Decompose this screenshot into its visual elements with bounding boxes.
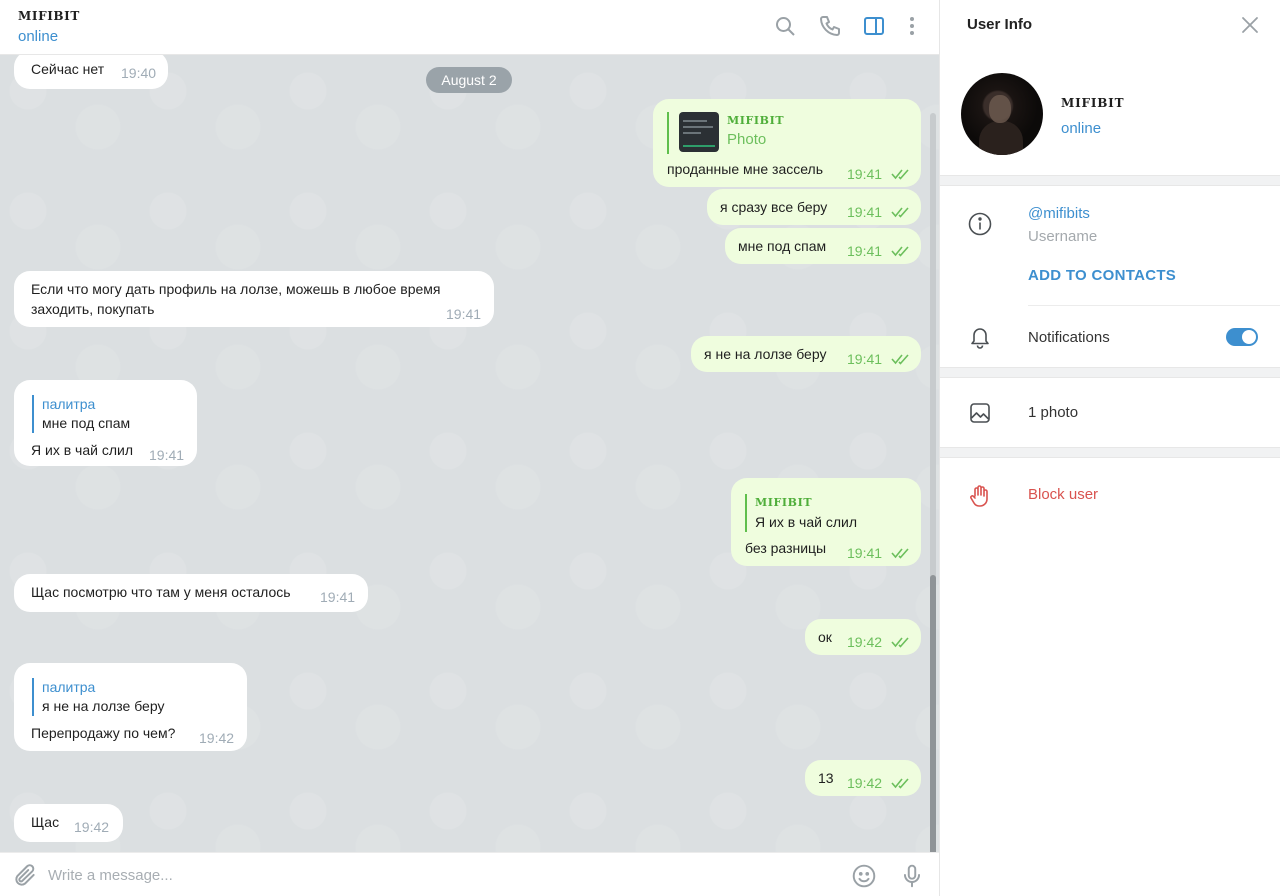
username-label: Username bbox=[1028, 228, 1098, 245]
message-time: 19:42 bbox=[847, 775, 883, 791]
more-menu-icon[interactable] bbox=[900, 14, 924, 38]
message-text: я не на лолзе беру bbox=[704, 346, 827, 362]
profile-status: online bbox=[1061, 120, 1102, 137]
message-scrollbar[interactable] bbox=[930, 113, 936, 852]
chat-header: MIFIBIT online bbox=[0, 0, 939, 55]
message-incoming[interactable]: палитра мне под спам Я их в чай слил 19:… bbox=[14, 380, 197, 466]
username-value[interactable]: @mifibits bbox=[1028, 205, 1090, 222]
message-text: Перепродажу по чем? bbox=[31, 725, 176, 741]
reply-text: мне под спам bbox=[42, 415, 131, 431]
attach-icon[interactable] bbox=[12, 863, 38, 889]
notifications-toggle[interactable] bbox=[1226, 328, 1258, 346]
sidebar-toggle-icon[interactable] bbox=[862, 14, 886, 38]
block-user-button[interactable]: Block user bbox=[1028, 486, 1098, 503]
reply-author: MIFIBIT bbox=[727, 114, 785, 127]
reply-author: палитра bbox=[42, 396, 96, 412]
read-checkmarks-icon bbox=[891, 777, 911, 789]
message-time: 19:41 bbox=[847, 243, 883, 259]
message-incoming[interactable]: Если что могу дать профиль на лолзе, мож… bbox=[14, 271, 494, 327]
bell-icon bbox=[967, 324, 993, 350]
section-divider bbox=[940, 447, 1280, 458]
read-checkmarks-icon bbox=[891, 636, 911, 648]
reply-text: я не на лолзе беру bbox=[42, 698, 165, 714]
close-icon[interactable] bbox=[1240, 15, 1260, 35]
panel-title: User Info bbox=[967, 16, 1033, 33]
message-outgoing[interactable]: 13 19:42 bbox=[805, 760, 921, 796]
message-time: 19:42 bbox=[199, 730, 235, 746]
message-incoming[interactable]: Сейчас нет 19:40 bbox=[14, 55, 168, 89]
message-input[interactable] bbox=[48, 861, 808, 889]
message-incoming[interactable]: палитра я не на лолзе беру Перепродажу п… bbox=[14, 663, 247, 751]
message-outgoing[interactable]: MIFIBIT Photo проданные мне зассель 19:4… bbox=[653, 99, 921, 187]
peer-status: online bbox=[18, 28, 59, 45]
phone-icon[interactable] bbox=[818, 14, 842, 38]
message-time: 19:41 bbox=[446, 306, 482, 322]
message-composer bbox=[0, 852, 939, 896]
block-hand-icon bbox=[967, 483, 993, 509]
reply-quote[interactable]: MIFIBIT Photo bbox=[667, 112, 784, 154]
message-time: 19:42 bbox=[847, 634, 883, 650]
message-time: 19:41 bbox=[847, 166, 883, 182]
add-to-contacts-button[interactable]: ADD TO CONTACTS bbox=[1028, 267, 1176, 284]
message-text-line: заходить, покупать bbox=[31, 301, 155, 317]
read-checkmarks-icon bbox=[891, 168, 911, 180]
image-icon bbox=[967, 400, 993, 426]
reply-quote[interactable]: палитра мне под спам bbox=[32, 395, 130, 433]
message-text: мне под спам bbox=[738, 238, 827, 254]
message-text: Щас посмотрю что там у меня осталось bbox=[31, 584, 291, 600]
message-time: 19:41 bbox=[847, 351, 883, 367]
reply-author: палитра bbox=[42, 679, 96, 695]
message-text: Щас bbox=[31, 814, 60, 830]
message-time: 19:41 bbox=[847, 204, 883, 220]
message-time: 19:40 bbox=[121, 65, 157, 81]
row-divider bbox=[1028, 305, 1280, 306]
message-outgoing[interactable]: MIFIBIT Я их в чай слил без разницы 19:4… bbox=[731, 478, 921, 566]
read-checkmarks-icon bbox=[891, 547, 911, 559]
reply-text: Я их в чай слил bbox=[755, 514, 857, 530]
message-outgoing[interactable]: я сразу все беру 19:41 bbox=[707, 189, 921, 225]
avatar[interactable] bbox=[961, 73, 1043, 155]
info-icon bbox=[967, 211, 993, 237]
microphone-icon[interactable] bbox=[899, 863, 925, 889]
emoji-icon[interactable] bbox=[851, 863, 877, 889]
message-outgoing[interactable]: мне под спам 19:41 bbox=[725, 228, 921, 264]
date-separator: August 2 bbox=[426, 67, 512, 93]
message-text: я сразу все беру bbox=[720, 199, 828, 215]
message-text: Сейчас нет bbox=[31, 61, 105, 77]
message-incoming[interactable]: Щас 19:42 bbox=[14, 804, 123, 842]
message-incoming[interactable]: Щас посмотрю что там у меня осталось 19:… bbox=[14, 574, 368, 612]
message-text: без разницы bbox=[745, 540, 827, 556]
scrollbar-thumb[interactable] bbox=[930, 575, 936, 852]
message-text: проданные мне зассель bbox=[667, 161, 824, 177]
message-outgoing[interactable]: я не на лолзе беру 19:41 bbox=[691, 336, 921, 372]
message-time: 19:41 bbox=[847, 545, 883, 561]
reply-quote[interactable]: палитра я не на лолзе беру bbox=[32, 678, 164, 716]
peer-name[interactable]: MIFIBIT bbox=[18, 9, 80, 23]
user-info-panel: User Info MIFIBIT online @mifibits Usern… bbox=[939, 0, 1280, 896]
reply-text: Photo bbox=[727, 131, 767, 148]
message-text-line: Если что могу дать профиль на лолзе, мож… bbox=[31, 281, 441, 297]
message-time: 19:41 bbox=[320, 589, 356, 605]
reply-author: MIFIBIT bbox=[755, 496, 813, 509]
read-checkmarks-icon bbox=[891, 353, 911, 365]
shared-photos-link[interactable]: 1 photo bbox=[1028, 404, 1078, 421]
section-divider bbox=[940, 175, 1280, 186]
message-text: Я их в чай слил bbox=[31, 442, 133, 458]
message-text: ок bbox=[818, 629, 832, 645]
notifications-label: Notifications bbox=[1028, 329, 1110, 346]
message-text: 13 bbox=[818, 770, 834, 786]
read-checkmarks-icon bbox=[891, 206, 911, 218]
chat-area: MIFIBIT online August 2 Сейчас нет 19:40 bbox=[0, 0, 939, 896]
reply-quote[interactable]: MIFIBIT Я их в чай слил bbox=[745, 494, 857, 532]
profile-name: MIFIBIT bbox=[1061, 96, 1125, 110]
message-outgoing[interactable]: ок 19:42 bbox=[805, 619, 921, 655]
message-time: 19:41 bbox=[149, 447, 185, 463]
reply-photo-thumbnail bbox=[679, 112, 719, 152]
read-checkmarks-icon bbox=[891, 245, 911, 257]
message-time: 19:42 bbox=[74, 819, 110, 835]
section-divider bbox=[940, 367, 1280, 378]
message-list[interactable]: August 2 Сейчас нет 19:40 MIFIBIT Photo … bbox=[0, 55, 939, 852]
search-icon[interactable] bbox=[773, 14, 797, 38]
